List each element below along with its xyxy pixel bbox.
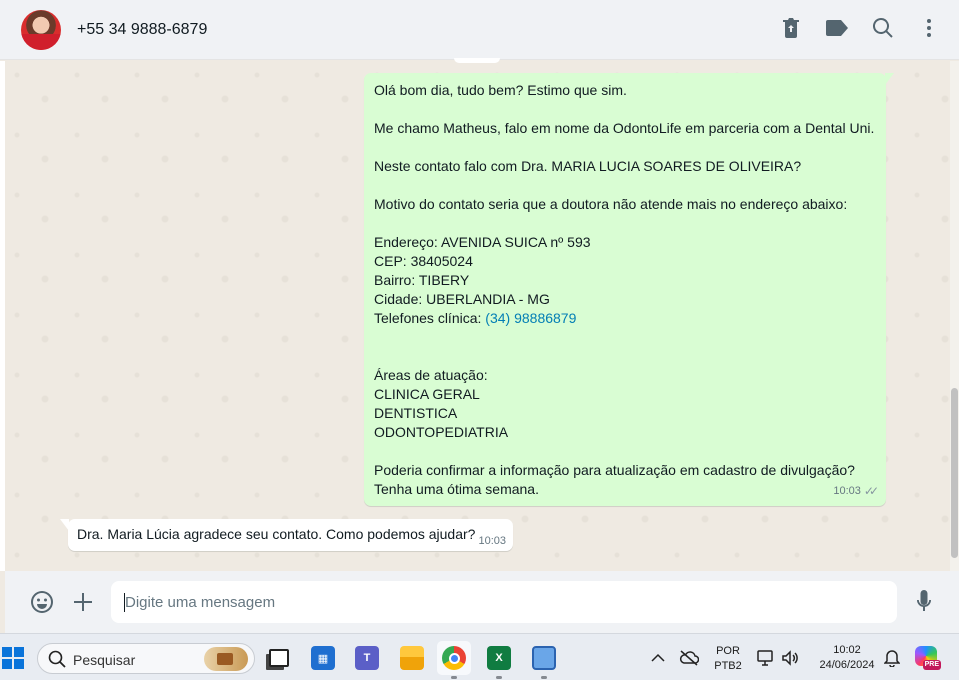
excel-icon[interactable]: X — [482, 641, 516, 679]
contact-name[interactable]: +55 34 9888-6879 — [77, 21, 207, 39]
notepad-icon[interactable] — [527, 641, 561, 679]
windows-start-icon[interactable] — [2, 647, 24, 669]
clock-time: 10:02 — [833, 644, 861, 656]
file-explorer-icon[interactable] — [395, 641, 429, 675]
chevron-up-icon[interactable] — [648, 649, 668, 667]
active-indicator — [451, 676, 457, 679]
keyboard-layout: PTB2 — [714, 660, 742, 672]
message-line: Me chamo Matheus, falo em nome da Odonto… — [374, 120, 875, 136]
emoji-icon[interactable] — [29, 589, 55, 615]
monitor-icon[interactable] — [756, 649, 776, 667]
search-icon[interactable] — [871, 16, 895, 40]
area-item: DENTISTICA — [374, 405, 458, 421]
address-line: Endereço: AVENIDA SUICA nº 593 — [374, 234, 591, 250]
areas-title: Áreas de atuação: — [374, 367, 488, 383]
microsoft-store-icon[interactable]: ▦ — [306, 641, 340, 675]
compose-bar — [5, 571, 959, 633]
header-actions — [779, 16, 941, 40]
message-line: Olá bom dia, tudo bem? Estimo que sim. — [374, 82, 627, 98]
chat-header: +55 34 9888-6879 — [0, 0, 959, 60]
contact-avatar[interactable] — [21, 9, 61, 50]
search-highlight-icon — [204, 647, 248, 671]
microphone-icon[interactable] — [911, 589, 937, 615]
chat-scrollbar[interactable] — [950, 61, 959, 571]
phone-label: Telefones clínica: — [374, 310, 486, 326]
copilot-badge: PRE — [922, 660, 941, 670]
phone-link[interactable]: (34) 98886879 — [485, 310, 576, 326]
windows-taskbar: Pesquisar ▦ T X POR PTB2 10:02 24/06/202… — [0, 633, 959, 680]
running-indicator — [541, 676, 547, 679]
area-item: ODONTOPEDIATRIA — [374, 424, 509, 440]
scrollbar-thumb[interactable] — [951, 388, 958, 558]
language-indicator[interactable]: POR PTB2 — [711, 644, 745, 674]
address-line: Bairro: TIBERY — [374, 272, 470, 288]
message-line: Tenha uma ótima semana. — [374, 481, 539, 497]
search-icon — [48, 650, 66, 668]
message-line: Motivo do contato seria que a doutora nã… — [374, 196, 848, 212]
teams-icon[interactable]: T — [350, 641, 384, 675]
double-check-icon: ✓✓ — [863, 484, 879, 498]
message-time: 10:03 — [833, 485, 861, 497]
area-item: CLINICA GERAL — [374, 386, 480, 402]
message-line: Neste contato falo com Dra. MARIA LUCIA … — [374, 158, 802, 174]
message-text: Dra. Maria Lúcia agradece seu contato. C… — [77, 526, 476, 542]
notification-bell-icon[interactable] — [882, 649, 902, 667]
phone-line: Telefones clínica: (34) 98886879 — [374, 309, 876, 328]
outgoing-message[interactable]: Olá bom dia, tudo bem? Estimo que sim. M… — [364, 73, 894, 506]
clock-date: 24/06/2024 — [819, 659, 875, 671]
incoming-message[interactable]: Dra. Maria Lúcia agradece seu contato. C… — [60, 519, 513, 551]
message-time: 10:03 — [478, 535, 506, 547]
clock[interactable]: 10:02 24/06/2024 — [810, 643, 884, 673]
running-indicator — [496, 676, 502, 679]
message-input[interactable] — [111, 581, 897, 623]
delete-icon[interactable] — [779, 16, 803, 40]
language-code: POR — [716, 645, 740, 657]
volume-icon[interactable] — [780, 649, 800, 667]
copilot-icon[interactable]: PRE — [915, 646, 941, 670]
message-meta: 10:03 ✓✓ — [833, 482, 879, 501]
message-line: Poderia confirmar a informação para atua… — [374, 462, 855, 478]
taskbar-search[interactable]: Pesquisar — [37, 643, 255, 674]
search-placeholder: Pesquisar — [73, 652, 136, 668]
chrome-icon[interactable] — [437, 641, 471, 679]
address-line: CEP: 38405024 — [374, 253, 473, 269]
chat-area[interactable]: Olá bom dia, tudo bem? Estimo que sim. M… — [5, 61, 959, 571]
menu-icon[interactable] — [917, 16, 941, 40]
text-caret — [124, 593, 125, 612]
attach-plus-icon[interactable] — [70, 589, 96, 615]
address-line: Cidade: UBERLANDIA - MG — [374, 291, 550, 307]
date-chip-stub — [454, 58, 500, 63]
network-icon[interactable] — [679, 649, 699, 667]
task-view-icon[interactable] — [262, 641, 296, 675]
label-icon[interactable] — [825, 16, 849, 40]
